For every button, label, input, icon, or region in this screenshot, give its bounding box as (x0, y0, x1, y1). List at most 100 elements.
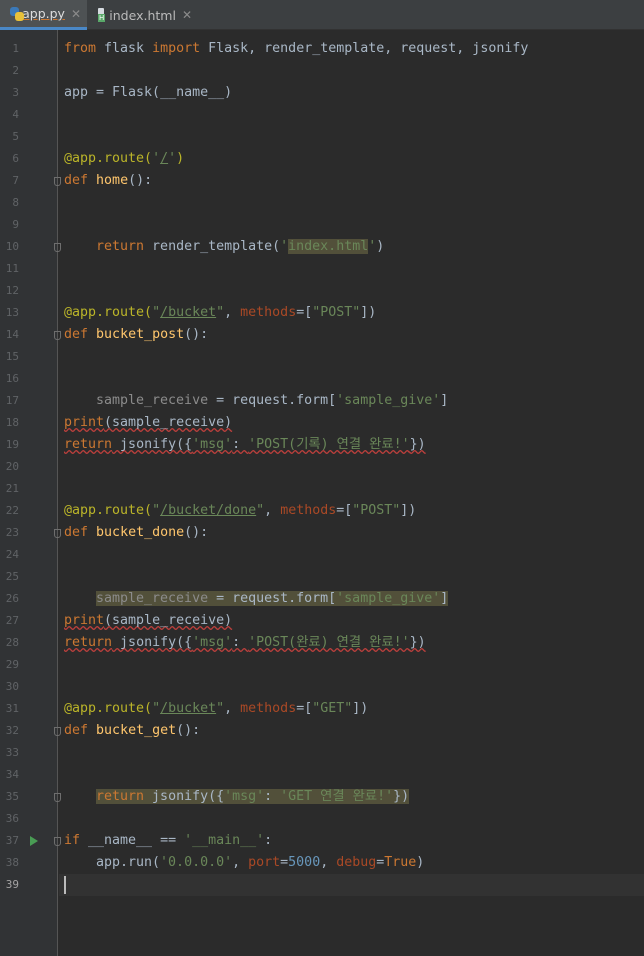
code-line[interactable]: if __name__ == '__main__': (64, 830, 272, 852)
code-token: debug (336, 855, 377, 870)
code-token: app = Flask(__name__) (64, 85, 233, 100)
code-token: "POST" (352, 503, 401, 518)
close-icon[interactable]: ✕ (182, 8, 192, 22)
tab-app-py[interactable]: app.py ✕ (0, 0, 87, 30)
code-token: bucket_get (96, 723, 177, 738)
line-number: 8 (12, 196, 19, 209)
line-number: 22 (5, 504, 19, 517)
code-line[interactable]: from flask import Flask, render_template… (64, 38, 528, 60)
code-token: (): (176, 723, 201, 738)
code-line[interactable]: def bucket_post(): (64, 324, 208, 346)
line-number: 35 (5, 790, 19, 803)
line-number: 11 (5, 262, 19, 275)
code-token: ] (440, 393, 449, 408)
line-number-gutter[interactable]: 1 2 3 4 5 6 7 8 9 10 11 12 13 14 15 16 17 18 19 20 21 22 23 24 2… (0, 30, 61, 956)
text-caret (64, 876, 66, 894)
code-token: , (224, 701, 241, 716)
code-line[interactable]: @app.route("/bucket", methods=["POST"]) (64, 302, 376, 324)
code-token: /bucket (160, 701, 217, 716)
code-token: Flask, render_template, request, jsonify (200, 41, 529, 56)
code-token: "POST" (312, 305, 361, 320)
code-line[interactable]: return jsonify({'msg': 'GET 연결 완료!'}) (96, 786, 410, 808)
code-token: : (232, 437, 249, 452)
code-line[interactable]: print(sample_receive) (64, 610, 232, 632)
code-line[interactable]: return render_template('index.html') (96, 236, 384, 258)
code-token: (): (128, 173, 153, 188)
code-line[interactable]: def bucket_get(): (64, 720, 200, 742)
python-file-icon (10, 6, 24, 21)
code-token: " (216, 701, 225, 716)
code-token: def (64, 525, 89, 540)
code-token: 'POST(완료) 연결 완료!' (248, 635, 410, 650)
html-file-icon: H (98, 8, 106, 22)
close-icon[interactable]: ✕ (71, 7, 81, 21)
code-line[interactable]: return jsonify({'msg': 'POST(완료) 연결 완료!'… (64, 632, 426, 654)
code-token: 'msg' (224, 789, 265, 804)
code-token: print (64, 613, 105, 628)
code-token: = request.form[ (208, 591, 337, 606)
code-line[interactable]: @app.route('/') (64, 148, 184, 170)
code-token: ] (440, 591, 449, 606)
code-token: methods (280, 503, 337, 518)
code-token: (): (184, 525, 209, 540)
line-number: 12 (5, 284, 19, 297)
code-token: }) (393, 789, 410, 804)
code-line[interactable]: app.run('0.0.0.0', port=5000, debug=True… (96, 852, 424, 874)
line-number: 16 (5, 372, 19, 385)
code-token: __name__ == (80, 833, 185, 848)
line-number: 18 (5, 416, 19, 429)
code-line[interactable]: sample_receive = request.form['sample_gi… (96, 390, 448, 412)
code-line[interactable]: @app.route("/bucket/done", methods=["POS… (64, 500, 416, 522)
tab-index-html[interactable]: H index.html ✕ (88, 0, 198, 30)
code-token: / (160, 151, 169, 166)
line-number: 3 (12, 86, 19, 99)
code-token: ) (376, 239, 385, 254)
code-token: ]) (360, 305, 377, 320)
code-token: 'GET 연결 완료!' (280, 789, 394, 804)
code-line[interactable]: def home(): (64, 170, 152, 192)
code-line[interactable]: print(sample_receive) (64, 412, 232, 434)
line-number: 7 (12, 174, 19, 187)
code-token: def (64, 723, 89, 738)
code-token: sample_receive (96, 591, 209, 606)
code-line[interactable]: sample_receive = request.form['sample_gi… (96, 588, 449, 610)
code-line[interactable]: return jsonify({'msg': 'POST(기록) 연결 완료!'… (64, 434, 426, 456)
code-token: @app.route( (64, 503, 153, 518)
code-token: return (64, 437, 113, 452)
code-token: if (64, 833, 81, 848)
line-number: 1 (12, 42, 19, 55)
code-line[interactable]: def bucket_done(): (64, 522, 208, 544)
line-number: 24 (5, 548, 19, 561)
code-line[interactable]: app = Flask(__name__) (64, 82, 232, 104)
code-token: return (96, 239, 145, 254)
run-icon[interactable] (30, 836, 38, 846)
code-token: return (64, 635, 113, 650)
code-token: 5000 (288, 855, 321, 870)
code-token: : (264, 789, 281, 804)
code-editor[interactable]: from flask import Flask, render_template… (59, 30, 644, 956)
code-token: =[ (296, 701, 313, 716)
code-token: : (264, 833, 273, 848)
line-number: 28 (5, 636, 19, 649)
code-token: : (232, 635, 249, 650)
code-token: }) (409, 635, 426, 650)
line-number: 5 (12, 130, 19, 143)
code-token: port (248, 855, 281, 870)
line-number: 15 (5, 350, 19, 363)
line-number: 10 (5, 240, 19, 253)
code-token: ]) (352, 701, 369, 716)
code-token: " (152, 701, 161, 716)
code-token: methods (240, 305, 297, 320)
code-token: home (96, 173, 129, 188)
code-token: , (264, 503, 281, 518)
code-token: return (96, 789, 145, 804)
code-line[interactable]: @app.route("/bucket", methods=["GET"]) (64, 698, 368, 720)
code-token: 'msg' (192, 635, 233, 650)
line-number: 21 (5, 482, 19, 495)
code-token: app.run( (96, 855, 161, 870)
code-token: 'sample_give' (336, 393, 441, 408)
code-token: '__main__' (184, 833, 265, 848)
